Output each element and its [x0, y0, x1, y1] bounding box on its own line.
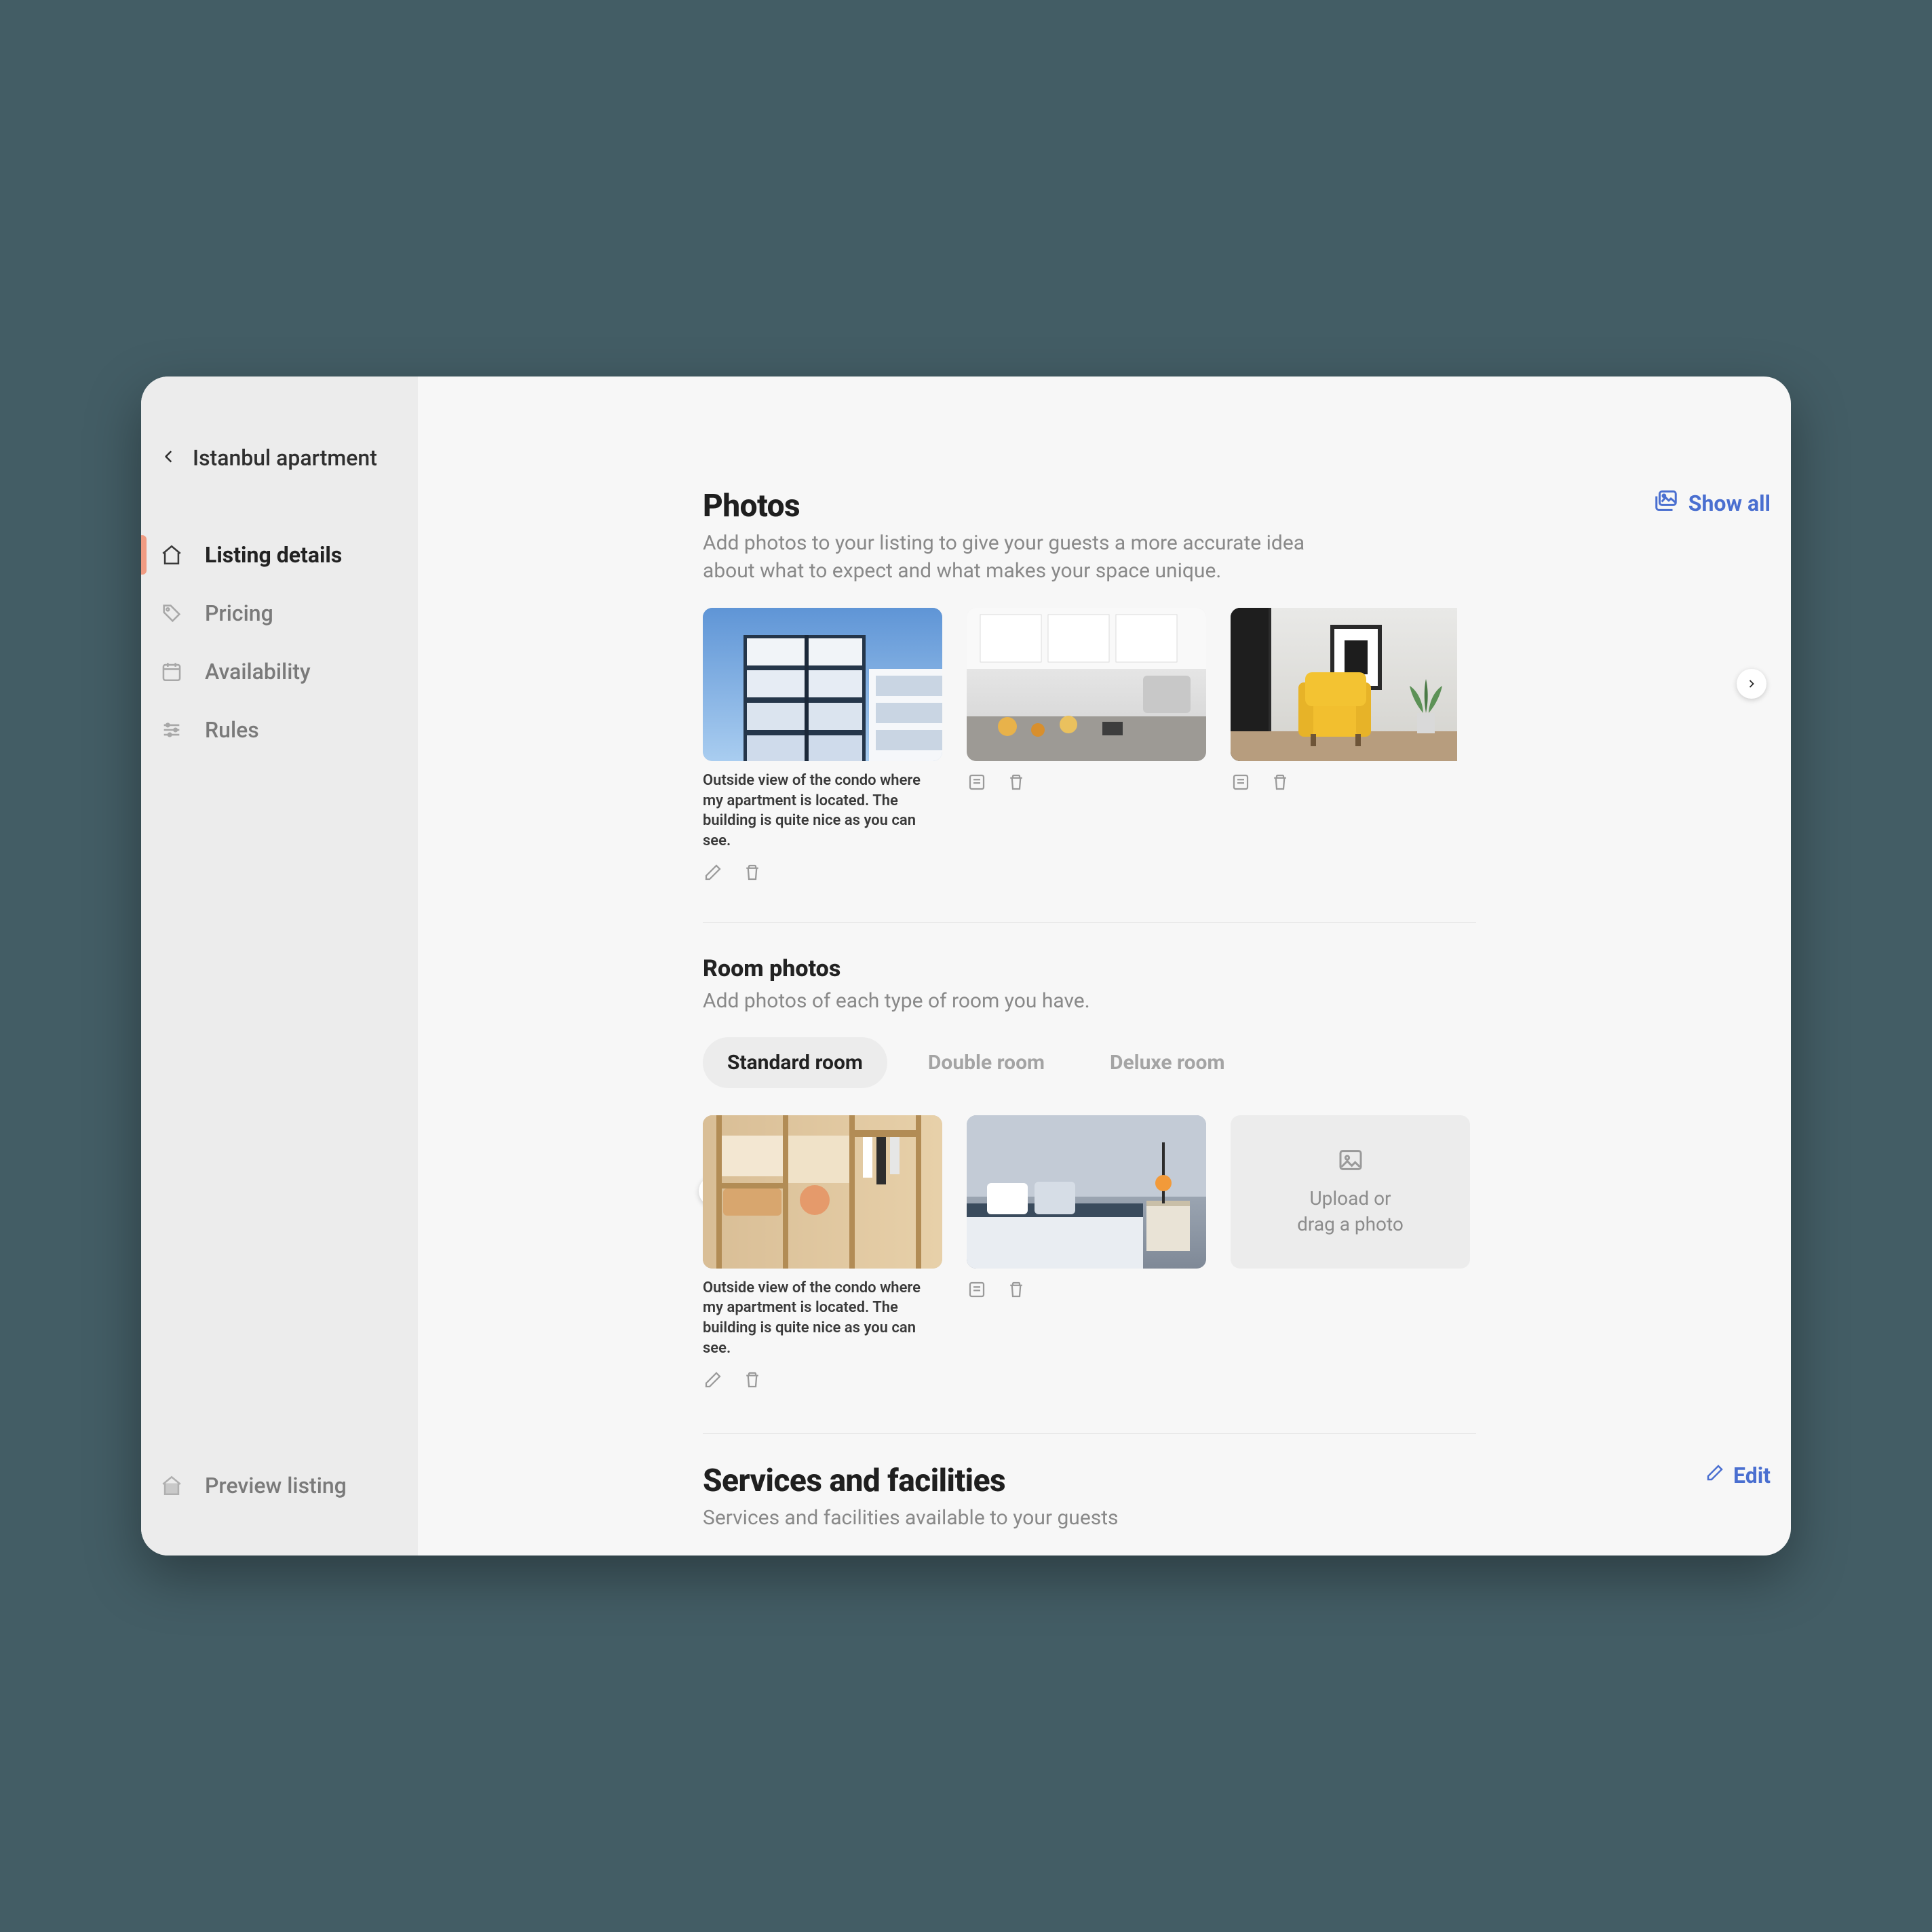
pencil-icon[interactable]	[703, 862, 723, 883]
home-icon	[156, 543, 187, 566]
sidebar-item-label: Listing details	[205, 542, 342, 568]
preview-listing-button[interactable]: Preview listing	[141, 1456, 418, 1515]
sidebar-item-label: Pricing	[205, 600, 273, 626]
tab-double-room[interactable]: Double room	[904, 1037, 1069, 1088]
sidebar-footer: Preview listing	[141, 1456, 418, 1515]
sidebar-item-rules[interactable]: Rules	[141, 701, 418, 759]
upload-label: Upload ordrag a photo	[1297, 1186, 1404, 1237]
photo-thumbnail	[703, 1115, 942, 1269]
room-photo-carousel: Outside view of the condo where my apart…	[703, 1115, 1771, 1390]
photo-caption: Outside view of the condo where my apart…	[703, 1278, 942, 1359]
photo-actions	[967, 1279, 1206, 1300]
sidebar: Istanbul apartment Listing details Prici…	[141, 376, 418, 1556]
photo-caption: Outside view of the condo where my apart…	[703, 771, 942, 851]
show-all-button[interactable]: Show all	[1653, 488, 1771, 519]
tab-deluxe-room[interactable]: Deluxe room	[1085, 1037, 1249, 1088]
carousel-next-button[interactable]	[1737, 669, 1766, 699]
show-all-label: Show all	[1688, 490, 1771, 516]
room-photos-title: Room photos	[703, 955, 1771, 982]
edit-services-button[interactable]: Edit	[1705, 1463, 1771, 1488]
sidebar-item-label: Preview listing	[205, 1473, 347, 1499]
image-icon	[1337, 1146, 1364, 1176]
main-panel: Photos Add photos to your listing to giv…	[418, 376, 1791, 1556]
trash-icon[interactable]	[742, 1370, 762, 1390]
home-icon	[156, 1474, 187, 1497]
photo-thumbnail	[967, 608, 1206, 761]
pencil-icon[interactable]	[703, 1370, 723, 1390]
photo-thumbnail	[1231, 608, 1457, 761]
gallery-icon	[1653, 488, 1679, 519]
content-scroll: Photos Add photos to your listing to giv…	[703, 376, 1771, 1556]
photo-card[interactable]: Outside view of the condo where my apart…	[703, 1115, 942, 1390]
section-desc-services: Services and facilities available to you…	[703, 1505, 1119, 1532]
photo-card[interactable]	[967, 1115, 1206, 1390]
photo-actions	[703, 1370, 942, 1390]
chevron-left-icon	[159, 447, 178, 469]
trash-icon[interactable]	[742, 862, 762, 883]
calendar-icon	[156, 660, 187, 683]
photo-thumbnail	[967, 1115, 1206, 1269]
sidebar-item-listing-details[interactable]: Listing details	[141, 526, 418, 584]
section-divider	[703, 922, 1476, 923]
photo-actions	[967, 772, 1206, 792]
sliders-icon	[156, 718, 187, 741]
sidebar-item-pricing[interactable]: Pricing	[141, 584, 418, 642]
sidebar-item-label: Availability	[205, 659, 311, 684]
listing-name: Istanbul apartment	[193, 445, 377, 471]
main-photo-carousel: Outside view of the condo where my apart…	[703, 608, 1771, 883]
upload-photo-button[interactable]: Upload ordrag a photo	[1231, 1115, 1470, 1269]
photo-actions	[703, 862, 942, 883]
edit-label: Edit	[1733, 1463, 1771, 1488]
photo-card[interactable]	[1231, 608, 1457, 792]
tab-standard-room[interactable]: Standard room	[703, 1037, 887, 1088]
sidebar-item-label: Rules	[205, 717, 259, 743]
photo-thumbnail	[703, 608, 942, 761]
photos-section: Photos Add photos to your listing to giv…	[703, 488, 1771, 1434]
pencil-icon	[1705, 1463, 1725, 1488]
sidebar-nav: Listing details Pricing Availability Rul…	[141, 526, 418, 759]
section-title-services: Services and facilities	[703, 1463, 1119, 1499]
trash-icon[interactable]	[1270, 772, 1290, 792]
caption-icon[interactable]	[967, 1279, 987, 1300]
photo-card[interactable]	[967, 608, 1206, 792]
section-desc-photos: Add photos to your listing to give your …	[703, 530, 1340, 585]
room-type-tabs: Standard room Double room Deluxe room	[703, 1037, 1771, 1088]
section-divider	[703, 1433, 1476, 1434]
photo-card[interactable]: Outside view of the condo where my apart…	[703, 608, 942, 883]
back-to-listings[interactable]: Istanbul apartment	[141, 417, 418, 499]
sidebar-item-availability[interactable]: Availability	[141, 642, 418, 701]
app-window: Istanbul apartment Listing details Prici…	[141, 376, 1791, 1556]
trash-icon[interactable]	[1006, 1279, 1026, 1300]
services-section: Services and facilities Services and fac…	[703, 1463, 1771, 1532]
tag-icon	[156, 602, 187, 625]
room-photos-desc: Add photos of each type of room you have…	[703, 989, 1771, 1013]
caption-icon[interactable]	[967, 772, 987, 792]
caption-icon[interactable]	[1231, 772, 1251, 792]
section-title-photos: Photos	[703, 488, 1340, 524]
photo-actions	[1231, 772, 1457, 792]
trash-icon[interactable]	[1006, 772, 1026, 792]
